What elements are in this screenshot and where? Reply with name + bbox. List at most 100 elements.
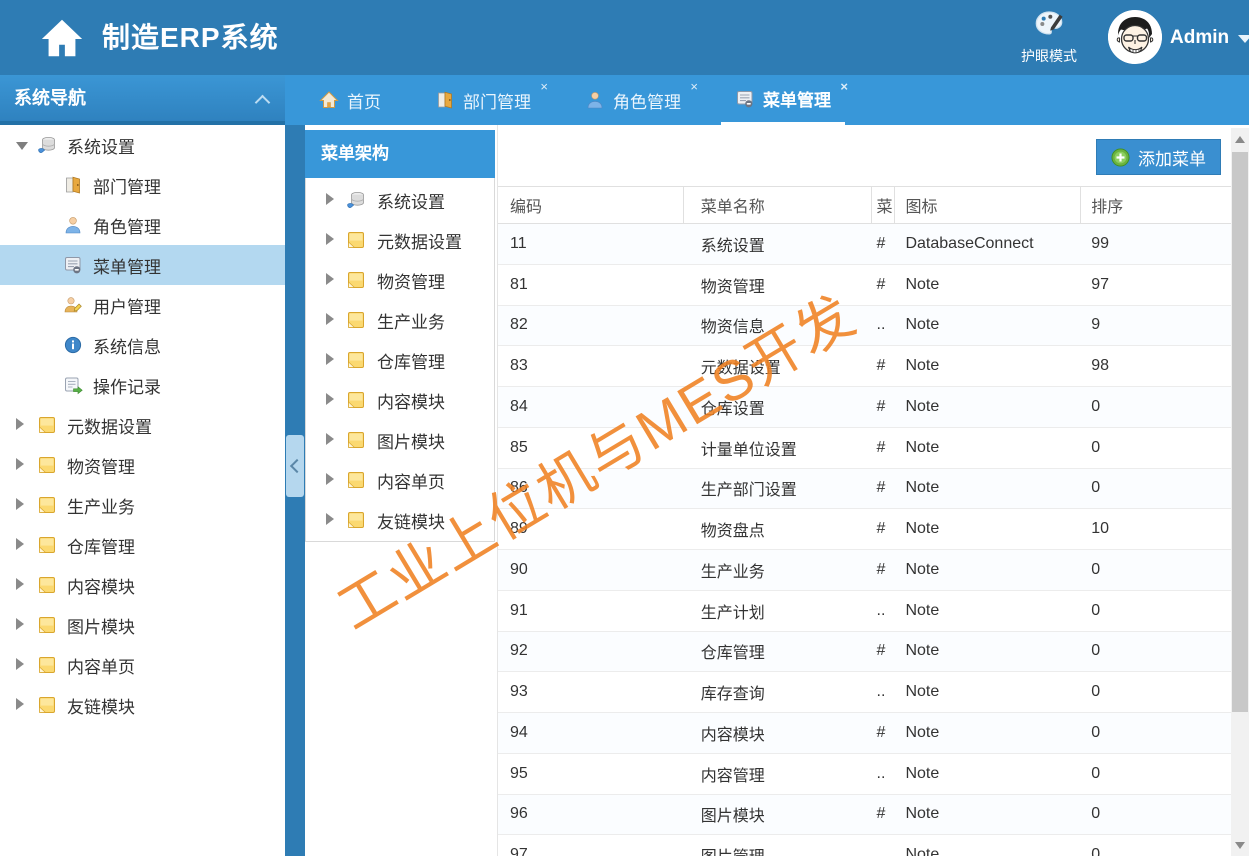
table-row[interactable]: 96 图片模块 # Note 0	[498, 794, 1231, 836]
chevron-right-icon[interactable]	[16, 615, 28, 635]
table-row[interactable]: 89 物资盘点 # Note 10	[498, 509, 1231, 550]
chevron-right-icon[interactable]	[16, 495, 28, 515]
vertical-scrollbar[interactable]	[1231, 128, 1249, 856]
menu-tree-item-内容模块[interactable]: 内容模块	[306, 380, 494, 420]
column-header-4: 图标	[895, 187, 1082, 223]
cell: Note	[905, 723, 940, 741]
menu-tree-item-仓库管理[interactable]: 仓库管理	[306, 340, 494, 380]
table-row[interactable]: 91 生产计划.. Note 0	[498, 591, 1231, 632]
chevron-right-icon[interactable]	[16, 415, 28, 435]
table-row[interactable]: 11 系统设置 # DatabaseConnect 99	[498, 224, 1231, 265]
table-row[interactable]: 95 内容管理.. Note 0	[498, 754, 1231, 795]
cell: Note	[905, 560, 940, 578]
sidebar-item-内容单页[interactable]: 内容单页	[0, 645, 285, 685]
note-icon	[346, 350, 368, 370]
app-title: 制造ERP系统	[102, 22, 279, 53]
sidebar-item-仓库管理[interactable]: 仓库管理	[0, 525, 285, 565]
cell: 0	[1091, 479, 1101, 497]
chevron-right-icon[interactable]	[326, 190, 338, 210]
close-icon[interactable]: ×	[540, 80, 548, 93]
scroll-down-arrow[interactable]	[1231, 836, 1249, 854]
chevron-down-icon[interactable]	[16, 135, 28, 155]
column-header-1: 编码	[498, 187, 684, 223]
eye-protect-mode-button[interactable]: 护眼模式	[1014, 8, 1084, 72]
cell: 0	[1091, 601, 1101, 619]
table-row[interactable]: 90 生产业务 # Note 0	[498, 550, 1231, 591]
menu-tree-item-生产业务[interactable]: 生产业务	[306, 300, 494, 340]
sidebar-item-部门管理[interactable]: 部门管理	[0, 165, 285, 205]
menu-tree-item-友链模块[interactable]: 友链模块	[306, 500, 494, 540]
avatar[interactable]	[1108, 10, 1162, 64]
sidebar-item-生产业务[interactable]: 生产业务	[0, 485, 285, 525]
user-dropdown[interactable]: Admin	[1170, 0, 1249, 75]
table-row[interactable]: 83 元数据设置 # Note 98	[498, 346, 1231, 387]
tab-部门管理[interactable]: 部门管理 ×	[421, 75, 548, 125]
sidebar-item-系统设置[interactable]: 系统设置	[0, 125, 285, 165]
chevron-right-icon[interactable]	[326, 510, 338, 530]
chevron-right-icon[interactable]	[16, 535, 28, 555]
sidebar-item-用户管理[interactable]: 用户管理	[0, 285, 285, 325]
cell: 生产业务	[700, 563, 765, 581]
cell: Note	[905, 479, 940, 497]
cell: #	[876, 479, 886, 497]
scrollbar-thumb[interactable]	[1232, 152, 1248, 712]
sidebar-item-系统信息[interactable]: 系统信息	[0, 325, 285, 365]
sidebar-collapse-icon[interactable]	[256, 94, 269, 107]
sidebar-item-菜单管理[interactable]: 菜单管理	[0, 245, 285, 285]
tab-角色管理[interactable]: 角色管理 ×	[571, 75, 698, 125]
cell: Note	[905, 275, 940, 293]
scroll-up-arrow[interactable]	[1231, 130, 1249, 148]
sidebar-item-图片模块[interactable]: 图片模块	[0, 605, 285, 645]
table-row[interactable]: 82 物资信息.. Note 9	[498, 305, 1231, 347]
menu-icon	[63, 255, 85, 275]
cell: 0	[1091, 642, 1101, 660]
table-row[interactable]: 81 物资管理 # Note 97	[498, 265, 1231, 306]
chevron-right-icon[interactable]	[326, 230, 338, 250]
table-row[interactable]: 94 内容模块 # Note 0	[498, 713, 1231, 754]
menu-tree-item-物资管理[interactable]: 物资管理	[306, 260, 494, 300]
sidebar-item-物资管理[interactable]: 物资管理	[0, 445, 285, 485]
chevron-right-icon[interactable]	[16, 655, 28, 675]
tab-首页[interactable]: 首页	[305, 75, 395, 125]
table-row[interactable]: 85 计量单位设置 # Note 0	[498, 428, 1231, 469]
menu-tree-item-系统设置[interactable]: 系统设置	[306, 180, 494, 220]
cell: 0	[1091, 683, 1101, 701]
collapse-sidebar-handle[interactable]	[286, 435, 304, 497]
chevron-right-icon[interactable]	[16, 575, 28, 595]
table-toolbar: 添加菜单	[498, 125, 1231, 186]
tab-菜单管理[interactable]: 菜单管理 ×	[721, 75, 848, 125]
table-row[interactable]: 86 生产部门设置 # Note 0	[498, 468, 1231, 510]
chevron-right-icon[interactable]	[326, 430, 338, 450]
cell: 物资信息	[700, 319, 765, 337]
sidebar-item-内容模块[interactable]: 内容模块	[0, 565, 285, 605]
cell: 97	[1091, 275, 1109, 293]
sidebar-item-元数据设置[interactable]: 元数据设置	[0, 405, 285, 445]
cell: 96	[510, 805, 528, 823]
cell: 90	[510, 560, 528, 578]
sidebar-item-角色管理[interactable]: 角色管理	[0, 205, 285, 245]
close-icon[interactable]: ×	[690, 80, 698, 93]
column-header-5: 排序	[1091, 199, 1124, 216]
add-menu-button[interactable]: 添加菜单	[1096, 139, 1221, 175]
menu-tree-item-内容单页[interactable]: 内容单页	[306, 460, 494, 500]
table-row[interactable]: 97 图片管理.. Note 0	[498, 835, 1231, 856]
cell: ..	[876, 683, 886, 701]
chevron-right-icon[interactable]	[326, 310, 338, 330]
menu-tree-item-图片模块[interactable]: 图片模块	[306, 420, 494, 460]
chevron-right-icon[interactable]	[326, 390, 338, 410]
table-row[interactable]: 92 仓库管理 # Note 0	[498, 631, 1231, 673]
menu-tree-item-元数据设置[interactable]: 元数据设置	[306, 220, 494, 260]
table-row[interactable]: 84 仓库设置 # Note 0	[498, 387, 1231, 428]
sidebar-item-操作记录[interactable]: 操作记录	[0, 365, 285, 405]
chevron-right-icon[interactable]	[326, 270, 338, 290]
close-icon[interactable]: ×	[840, 80, 848, 93]
chevron-right-icon[interactable]	[16, 455, 28, 475]
sidebar-item-友链模块[interactable]: 友链模块	[0, 685, 285, 725]
table-row[interactable]: 93 库存查询.. Note 0	[498, 672, 1231, 713]
chevron-right-icon[interactable]	[16, 695, 28, 715]
chevron-right-icon[interactable]	[326, 470, 338, 490]
sidebar-item-label: 元数据设置	[67, 417, 152, 437]
chevron-right-icon[interactable]	[326, 350, 338, 370]
cell: Note	[905, 846, 940, 856]
log-icon	[63, 375, 85, 395]
